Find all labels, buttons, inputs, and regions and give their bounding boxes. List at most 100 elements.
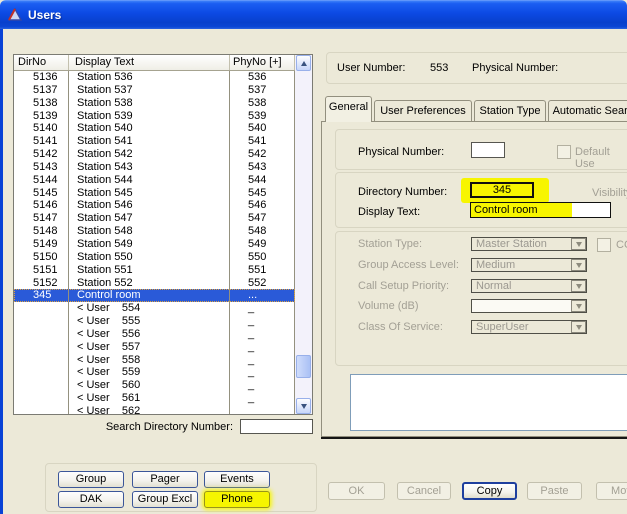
- cc-checkbox[interactable]: [597, 238, 611, 252]
- physical-number-input[interactable]: [471, 142, 505, 158]
- cell-phyno: _: [230, 354, 295, 367]
- dropdown-arrow-icon[interactable]: [571, 280, 586, 292]
- group-excl-button[interactable]: Group Excl: [132, 491, 198, 508]
- tab-user-preferences[interactable]: User Preferences: [374, 100, 472, 122]
- phone-button[interactable]: Phone: [204, 491, 270, 508]
- group-access-level-combo[interactable]: Medium: [471, 258, 587, 272]
- volume-combo[interactable]: [471, 299, 587, 313]
- list-row[interactable]: < User 556 _: [14, 328, 295, 341]
- list-row[interactable]: < User 554 _: [14, 302, 295, 315]
- call-setup-priority-value: Normal: [476, 280, 511, 292]
- class-of-service-combo[interactable]: SuperUser: [471, 320, 587, 334]
- scrollbar-thumb[interactable]: [296, 355, 311, 378]
- search-directory-input[interactable]: [240, 419, 313, 434]
- class-of-service-value: SuperUser: [476, 321, 529, 333]
- cell-display-text: Station 538: [69, 97, 230, 110]
- notes-textarea[interactable]: [350, 374, 627, 431]
- cancel-button[interactable]: Cancel: [397, 482, 451, 500]
- dropdown-arrow-icon[interactable]: [571, 321, 586, 333]
- list-row[interactable]: 5136 Station 536 536: [14, 71, 295, 84]
- list-row[interactable]: 5139 Station 539 539: [14, 110, 295, 123]
- tab-station-type[interactable]: Station Type: [474, 100, 546, 122]
- scroll-up-icon[interactable]: [296, 55, 311, 71]
- physical-number-header-label: Physical Number:: [472, 62, 558, 74]
- list-row[interactable]: 5143 Station 543 543: [14, 161, 295, 174]
- list-row[interactable]: 5152 Station 552 552: [14, 277, 295, 290]
- cell-display-text: Station 552: [69, 277, 230, 290]
- list-row[interactable]: 5141 Station 541 541: [14, 135, 295, 148]
- cell-dirno: 345: [14, 289, 69, 302]
- column-header-dirno[interactable]: DirNo: [14, 55, 69, 70]
- list-row[interactable]: 5144 Station 544 544: [14, 174, 295, 187]
- cell-dirno: 5146: [14, 199, 69, 212]
- column-header-phyno[interactable]: PhyNo [+]: [230, 55, 295, 70]
- list-row[interactable]: < User 559 _: [14, 366, 295, 379]
- cell-phyno: 543: [230, 161, 295, 174]
- cell-display-text: Station 547: [69, 212, 230, 225]
- ok-button[interactable]: OK: [328, 482, 385, 500]
- list-row[interactable]: 5138 Station 538 538: [14, 97, 295, 110]
- tab-automatic-search[interactable]: Automatic Search: [548, 100, 627, 122]
- default-user-checkbox[interactable]: [557, 145, 571, 159]
- list-row[interactable]: < User 555 _: [14, 315, 295, 328]
- list-row[interactable]: < User 557 _: [14, 341, 295, 354]
- scroll-down-icon[interactable]: [296, 398, 311, 414]
- users-list[interactable]: DirNo Display Text PhyNo [+] 5136 Statio…: [13, 54, 313, 415]
- display-text-input[interactable]: Control room: [470, 202, 611, 218]
- list-row[interactable]: 5145 Station 545 545: [14, 187, 295, 200]
- cell-phyno: 539: [230, 110, 295, 123]
- cell-display-text: < User 557: [69, 341, 230, 354]
- call-setup-priority-label: Call Setup Priority:: [358, 280, 449, 292]
- group-access-level-value: Medium: [476, 259, 515, 271]
- list-row[interactable]: < User 561 _: [14, 392, 295, 405]
- dropdown-arrow-icon[interactable]: [571, 259, 586, 271]
- move-button[interactable]: Move: [596, 482, 627, 500]
- list-row[interactable]: < User 562 _: [14, 405, 295, 414]
- cell-phyno: 536: [230, 71, 295, 84]
- list-row[interactable]: 5142 Station 542 542: [14, 148, 295, 161]
- list-row[interactable]: 5149 Station 549 549: [14, 238, 295, 251]
- copy-button[interactable]: Copy: [462, 482, 517, 500]
- cell-display-text: < User 555: [69, 315, 230, 328]
- station-type-combo[interactable]: Master Station: [471, 237, 587, 251]
- default-user-label: Default Use: [575, 146, 627, 170]
- directory-number-input[interactable]: 345: [470, 182, 534, 198]
- list-row[interactable]: 5147 Station 547 547: [14, 212, 295, 225]
- list-row[interactable]: 5137 Station 537 537: [14, 84, 295, 97]
- cell-display-text: Station 551: [69, 264, 230, 277]
- cell-dirno: 5140: [14, 122, 69, 135]
- search-directory-label: Search Directory Number:: [60, 421, 233, 433]
- events-button[interactable]: Events: [204, 471, 270, 488]
- tab-general[interactable]: General: [325, 96, 372, 122]
- cell-display-text: < User 562: [69, 405, 230, 414]
- cell-dirno: 5141: [14, 135, 69, 148]
- pager-button[interactable]: Pager: [132, 471, 198, 488]
- cell-display-text: Station 549: [69, 238, 230, 251]
- column-header-display-text[interactable]: Display Text: [69, 55, 230, 70]
- list-row[interactable]: 5146 Station 546 546: [14, 199, 295, 212]
- cell-dirno: 5147: [14, 212, 69, 225]
- cell-phyno: 550: [230, 251, 295, 264]
- cell-dirno: 5152: [14, 277, 69, 290]
- list-row[interactable]: 345 Control room ...: [14, 289, 295, 302]
- list-row[interactable]: < User 560 _: [14, 379, 295, 392]
- list-row[interactable]: 5151 Station 551 551: [14, 264, 295, 277]
- cell-dirno: 5148: [14, 225, 69, 238]
- paste-button[interactable]: Paste: [527, 482, 582, 500]
- cell-phyno: 545: [230, 187, 295, 200]
- vertical-scrollbar[interactable]: [295, 55, 312, 414]
- list-row[interactable]: < User 558 _: [14, 354, 295, 367]
- cell-phyno: 537: [230, 84, 295, 97]
- dropdown-arrow-icon[interactable]: [571, 238, 586, 250]
- list-row[interactable]: 5150 Station 550 550: [14, 251, 295, 264]
- dak-button[interactable]: DAK: [58, 491, 124, 508]
- cell-dirno: [14, 366, 69, 379]
- list-row[interactable]: 5148 Station 548 548: [14, 225, 295, 238]
- dropdown-arrow-icon[interactable]: [571, 300, 586, 312]
- title-bar[interactable]: Users: [0, 0, 627, 29]
- group-button[interactable]: Group: [58, 471, 124, 488]
- call-setup-priority-combo[interactable]: Normal: [471, 279, 587, 293]
- cell-dirno: 5150: [14, 251, 69, 264]
- cell-display-text: < User 561: [69, 392, 230, 405]
- list-row[interactable]: 5140 Station 540 540: [14, 122, 295, 135]
